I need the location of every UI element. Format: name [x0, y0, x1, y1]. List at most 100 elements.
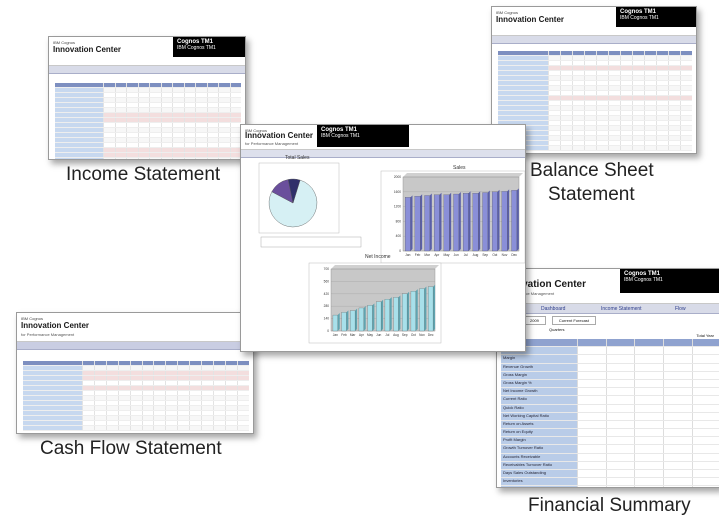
row-label-cell: [498, 81, 549, 85]
grid-cell: [572, 121, 584, 125]
nav-tabs[interactable]: Dashboard Income Statement Flow: [497, 304, 719, 314]
grid-cell: [93, 411, 106, 415]
grid-cell: [218, 133, 229, 137]
grid-cell: [117, 401, 130, 405]
version-select[interactable]: Current Forecast: [551, 316, 596, 325]
grid-cell: [668, 71, 680, 75]
row-label-cell: [55, 148, 104, 152]
grid-cell: [183, 153, 196, 157]
grid-cell: [129, 361, 142, 365]
grid-cell: [225, 366, 238, 370]
row-label-cell: [498, 106, 549, 110]
grid-cell: [201, 371, 214, 375]
grid-cell: [596, 111, 608, 115]
row-label-cell: [23, 366, 82, 370]
nav-tabs[interactable]: [49, 66, 245, 74]
grid-cell: [141, 411, 154, 415]
tab-income-statement[interactable]: Income Statement: [601, 306, 642, 312]
grid-cell: [172, 103, 183, 107]
grid-cell: [149, 148, 161, 152]
grid-cell: [206, 143, 218, 147]
summary-cell: [663, 420, 692, 429]
grid-cell: [644, 106, 657, 110]
summary-row-label: Days Sales Outstanding: [501, 470, 578, 478]
grid-cell: [117, 421, 130, 425]
grid-cell: [103, 128, 115, 132]
app-title: Innovation Center: [21, 321, 90, 330]
grid-cell: [680, 136, 693, 140]
grid-cell: [608, 81, 620, 85]
grid-cell: [105, 401, 118, 405]
grid-cell: [206, 108, 219, 112]
grid-cell: [105, 371, 118, 375]
grid-cell: [117, 411, 130, 415]
bar-side: [337, 313, 340, 331]
row-label-cell: [23, 421, 82, 425]
grid-cell: [218, 98, 230, 102]
grid-cell: [153, 396, 166, 400]
summary-cell: [691, 453, 719, 461]
grid-cell: [656, 146, 669, 150]
grid-cell: [608, 106, 621, 110]
grid-cell: [218, 123, 229, 127]
grid-cell: [172, 118, 184, 122]
summary-cell: [577, 445, 606, 453]
grid-cell: [620, 111, 632, 115]
grid-cell: [572, 131, 584, 135]
grid-cell: [117, 396, 130, 400]
grid-cell: [165, 426, 178, 430]
row-label-cell: [55, 93, 104, 97]
grid-cell: [596, 101, 608, 105]
grid-cell: [237, 421, 249, 425]
grid-cell: [596, 121, 608, 125]
grid-cell: [114, 83, 127, 87]
nav-tabs[interactable]: [492, 36, 696, 44]
grid-cell: [201, 401, 213, 405]
grid-cell: [137, 138, 150, 142]
x-tick-label: Aug: [473, 253, 479, 257]
grid-cell: [183, 88, 196, 92]
nav-tabs[interactable]: [17, 342, 253, 350]
grid-cell: [560, 71, 572, 75]
grid-cell: [584, 136, 597, 140]
grid-cell: [126, 123, 137, 127]
summary-cell: [634, 355, 663, 363]
grid-cell: [189, 391, 201, 395]
grid-cell: [129, 381, 142, 385]
summary-row-label: Net Income Growth: [501, 388, 578, 396]
grid-cell: [560, 136, 573, 140]
tab-dashboard[interactable]: Dashboard: [541, 306, 565, 312]
grid-cell: [560, 121, 572, 125]
row-label-cell: [498, 71, 549, 75]
tab-flow[interactable]: Flow: [675, 306, 686, 312]
grid-cell: [117, 416, 130, 420]
grid-cell: [141, 376, 154, 380]
grid-cell: [183, 133, 195, 137]
grid-cell: [149, 143, 160, 147]
bar: [402, 293, 408, 332]
row-label-cell: [55, 133, 104, 137]
grid-cell: [165, 391, 177, 395]
app-title: Innovation Center: [496, 15, 565, 24]
grid-cell: [225, 361, 238, 365]
grid-cell: [632, 76, 645, 80]
grid-cell: [177, 426, 190, 430]
grid-cell: [129, 371, 142, 375]
summary-cell: [663, 388, 692, 396]
grid-cell: [137, 143, 149, 147]
grid-cell: [608, 141, 620, 145]
grid-cell: [229, 103, 241, 107]
grid-cell: [137, 113, 150, 117]
row-label-cell: [498, 76, 549, 80]
grid-cell: [218, 118, 230, 122]
grid-cell: [201, 391, 213, 395]
grid-cell: [584, 141, 596, 145]
grid-cell: [195, 143, 206, 147]
bar: [341, 312, 347, 332]
summary-cell: [691, 478, 719, 486]
grid-cell: [201, 406, 214, 410]
grid-cell: [195, 103, 206, 107]
summary-cell: [691, 461, 719, 469]
year-select[interactable]: 2009: [523, 316, 546, 325]
grid-cell: [160, 138, 173, 142]
